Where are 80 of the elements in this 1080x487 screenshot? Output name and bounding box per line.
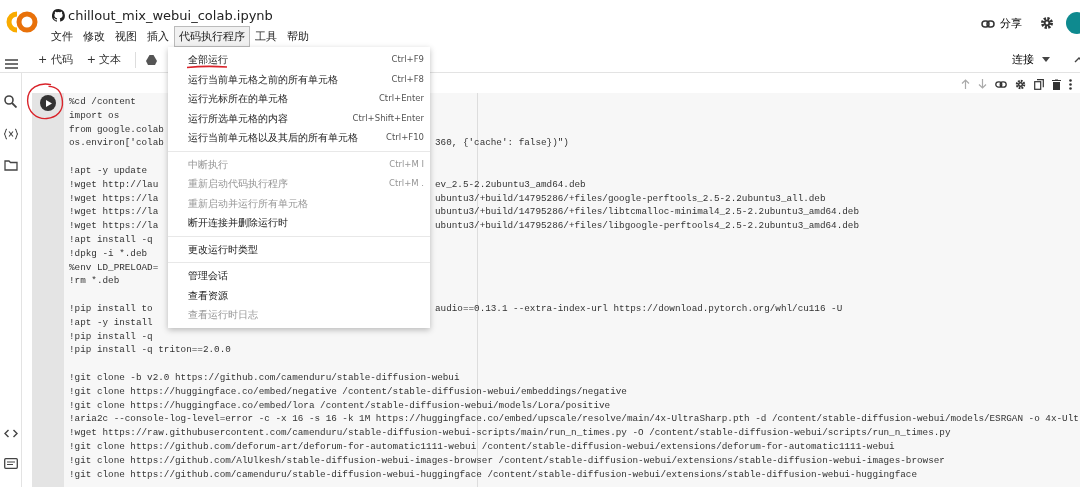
code-line: !pip install to [69,301,153,316]
terminal-icon[interactable] [3,458,18,469]
code-line: ubuntu3/+build/14795286/+files/google-perftools_2.5-2.2ubuntu3_all.deb [435,191,826,206]
code-line: !pip install -q triton==2.0.0 [69,343,231,358]
settings-icon[interactable] [1040,16,1054,30]
code-line: !wget https://la [69,191,159,206]
menubar-item[interactable]: 修改 [78,26,110,47]
menu-item[interactable]: 运行所选单元格的内容 Ctrl+Shift+Enter [168,108,430,128]
menu-item[interactable]: 运行光标所在的单元格 Ctrl+Enter [168,89,430,109]
code-line: !git clone https://github.com/camenduru/stable-diffusion-webui-huggingface /content/stable-diffusion-webui/extensions/stable-diffusion-webui-huggingface [69,467,917,482]
code-line: ubuntu3/+build/14795286/+files/libgoogle-perftools4_2.5-2.2ubuntu3_amd64.deb [435,219,859,233]
code-line: !rm *.deb [69,274,120,289]
menu-item[interactable]: 运行当前单元格以及其后的所有单元格 Ctrl+F10 [168,128,430,148]
code-line: !dpkg -i *.deb [69,246,148,261]
menubar-item[interactable]: 文件 [46,26,78,47]
code-line: !git clone https://github.com/AlUlkesh/stable-diffusion-webui-images-browser /content/stable-diffusion-webui/extensions/stable-diffusion-webui-images-browser [69,453,945,468]
github-icon[interactable] [52,9,65,22]
menu-item[interactable]: 管理会话 [168,266,430,286]
folder-icon[interactable] [3,160,18,171]
shortcut-text: Ctrl+F8 [391,72,424,86]
code-line: import os [69,108,120,123]
shortcut-text: Ctrl+Shift+Enter [352,111,424,125]
run-button[interactable] [40,95,56,111]
link-icon [981,19,995,28]
code-line: %env LD_PRELOAD= [69,260,159,275]
annotation-underline [186,65,228,69]
code-line: os.environ['colab [69,136,164,151]
menu-item[interactable]: 断开连接并删除运行时 [168,213,430,233]
code-line: !wget https://la [69,219,159,233]
code-line: !wget https://la [69,205,159,220]
menu-item[interactable]: 更改运行时类型 [168,239,430,259]
caret-icon [1042,57,1050,62]
delete-icon[interactable] [1052,78,1061,90]
shortcut-text: Ctrl+F10 [386,131,424,144]
mirror-icon[interactable] [1034,78,1044,90]
shortcut-text: Ctrl+M . [389,177,424,190]
menubar-item[interactable]: 插入 [142,26,174,47]
logo-icon [6,11,38,33]
code-line: !wget http://lau [69,177,159,192]
add-code-button[interactable]: + 代码 [34,50,77,69]
share-button[interactable]: 分享 [975,15,1028,32]
menu-icon[interactable] [5,58,18,69]
menu-item[interactable]: 运行当前单元格之前的所有单元格 Ctrl+F8 [168,69,430,89]
play-icon [46,99,52,107]
notebook-title[interactable]: chillout_mix_webui_colab.ipynb [68,8,273,23]
code-line: from google.colab [69,122,164,137]
code-line: !git clone https://huggingface.co/embed/lora /content/stable-diffusion-webui/models/Lora/positive [69,398,611,413]
settings-icon[interactable] [1015,78,1026,90]
menubar-item[interactable]: 帮助 [282,26,314,47]
connect-button[interactable]: 连接 [1006,51,1056,68]
more-icon[interactable] [1069,78,1072,90]
menu-item[interactable]: 查看资源 [168,285,430,305]
code-line: 360, {'cache': false})") [435,136,569,151]
shortcut-text: Ctrl+F9 [391,53,424,66]
search-icon[interactable] [4,95,17,108]
code-icon[interactable] [3,429,18,438]
code-line: !apt install -q [69,232,153,247]
code-line: !git clone -b v2.0 https://github.com/camenduru/stable-diffusion-webui [69,370,460,385]
drive-icon[interactable] [146,54,158,65]
code-line: !apt -y update [69,164,148,178]
code-line: !pip install -q [69,329,153,344]
code-line: !apt -y install [69,315,153,330]
menu-item[interactable]: 全部运行 Ctrl+F9 [168,50,430,70]
shortcut-text: Ctrl+Enter [378,92,424,105]
chevron-up-icon[interactable] [1074,56,1080,63]
code-line: ubuntu3/+build/14795286/+files/libtcmalloc-minimal4_2.5-2.2ubuntu3_amd64.deb [435,205,859,220]
code-line: !aria2c --console-log-level=error -c -x 16 -s 16 -k 1M https://huggingface.co/embed/upscale/resolve/main/4x-UltraSharp.pth -d /content/stable-diffusion-webui/models/ESRGAN -o 4x-Ult [69,412,1079,427]
add-text-button[interactable]: + 文本 [82,50,126,69]
shortcut-text: Ctrl+M I [389,157,424,171]
code-line: audio==0.13.1 --extra-index-url https://download.pytorch.org/whl/cu116 -U [435,301,843,316]
menubar-item[interactable]: 代码执行程序 [174,26,250,47]
code-line: !git clone https://huggingface.co/embed/negative /content/stable-diffusion-webui/embeddings/negative [69,384,627,399]
variables-icon[interactable] [2,128,19,140]
menubar-item[interactable]: 工具 [250,26,282,47]
code-line: %cd /content [69,95,136,109]
menubar-item[interactable]: 视图 [110,26,142,47]
code-line: !git clone https://github.com/deforum-art/deforum-for-automatic1111-webui /content/stable-diffusion-webui/extensions/deforum-for-automatic1111-webui [69,439,895,454]
code-line: !wget https://raw.githubusercontent.com/camenduru/stable-diffusion-webui-scripts/main/run_n_times.py -O /content/stable-diffusion-webui/scripts/run_n_times.py [69,426,951,440]
link-icon[interactable] [995,80,1007,88]
code-line: ev_2.5-2.2ubuntu3_amd64.deb [435,177,586,192]
